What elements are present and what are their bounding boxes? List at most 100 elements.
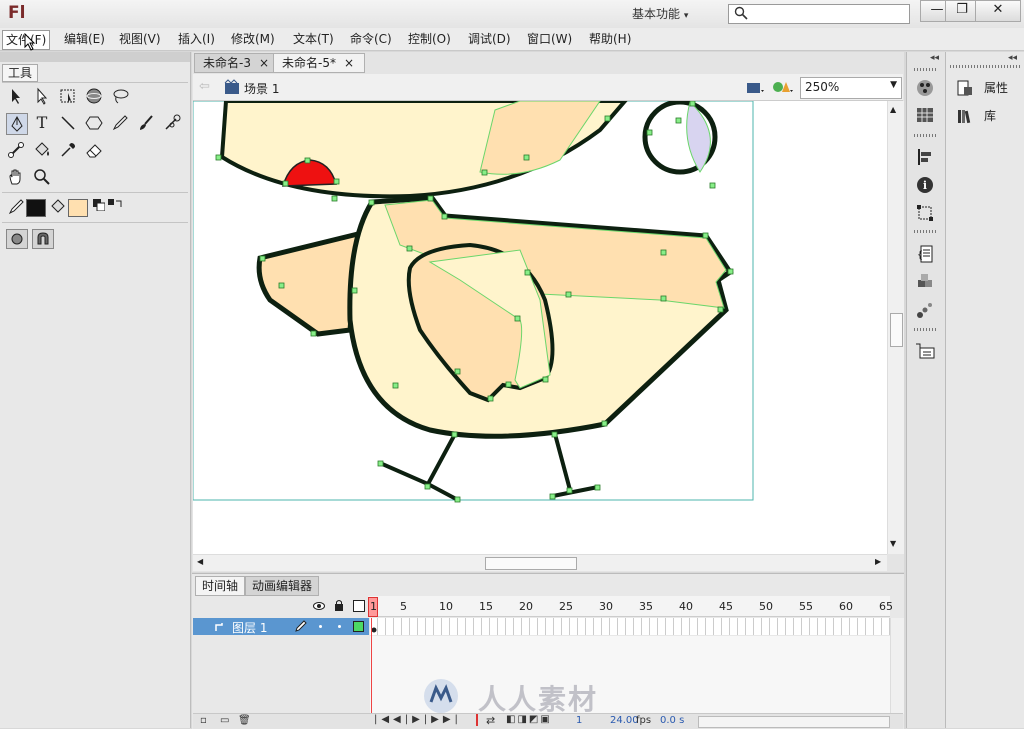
layer-name[interactable]: 图层 1 bbox=[232, 619, 267, 636]
timeline-horizontal-scrollbar[interactable] bbox=[698, 716, 890, 728]
restore-button[interactable]: ❐ bbox=[945, 0, 979, 22]
deco-tool-icon[interactable] bbox=[162, 113, 182, 133]
lasso-tool-icon[interactable] bbox=[110, 86, 130, 106]
3d-rotation-tool-icon[interactable] bbox=[84, 86, 104, 106]
timeline-vertical-scrollbar[interactable] bbox=[890, 618, 904, 714]
layer-outline-color[interactable] bbox=[353, 621, 364, 632]
tab-motion-editor[interactable]: 动画编辑器 bbox=[245, 576, 320, 596]
scroll-right-icon[interactable]: ▶ bbox=[875, 557, 881, 566]
menu-insert[interactable]: 插入(I) bbox=[175, 30, 218, 48]
stroke-color-swatch[interactable] bbox=[26, 199, 46, 217]
zoom-select[interactable]: 250% ▼ bbox=[800, 77, 902, 99]
close-tab-icon[interactable]: × bbox=[344, 54, 354, 72]
scroll-up-icon[interactable]: ▲ bbox=[890, 105, 896, 114]
edit-bar bbox=[193, 74, 903, 101]
subselection-tool-icon[interactable] bbox=[32, 86, 52, 106]
stage-vertical-scrollbar[interactable]: ▲ ▼ bbox=[887, 101, 904, 554]
new-folder-icon[interactable]: ▭ bbox=[220, 715, 229, 726]
divider bbox=[2, 222, 188, 223]
bone-tool-icon[interactable] bbox=[6, 140, 26, 160]
black-white-icon[interactable] bbox=[93, 199, 106, 212]
new-layer-icon[interactable]: ▫ bbox=[200, 715, 207, 726]
swap-colors-icon[interactable] bbox=[108, 199, 122, 211]
stage-horizontal-scrollbar[interactable]: ◀ ▶ bbox=[193, 554, 887, 571]
menu-modify[interactable]: 修改(M) bbox=[228, 30, 278, 48]
menu-view[interactable]: 视图(V) bbox=[116, 30, 164, 48]
transform-panel-icon[interactable] bbox=[914, 202, 936, 224]
motion-presets-icon[interactable] bbox=[914, 299, 936, 321]
library-icon[interactable] bbox=[956, 107, 974, 125]
menu-commands[interactable]: 命令(C) bbox=[347, 30, 395, 48]
collapse-panel-icon[interactable]: ◂◂ bbox=[930, 53, 939, 63]
close-button[interactable]: ✕ bbox=[975, 0, 1021, 22]
tab-timeline[interactable]: 时间轴 bbox=[195, 576, 246, 596]
object-drawing-icon[interactable] bbox=[6, 229, 28, 249]
edit-symbols-icon[interactable] bbox=[772, 78, 794, 96]
free-transform-tool-icon[interactable] bbox=[58, 86, 78, 106]
frame-tick-label: 30 bbox=[599, 600, 613, 613]
hand-tool-icon[interactable] bbox=[6, 167, 26, 187]
back-arrow-icon[interactable]: ⇦ bbox=[199, 80, 213, 94]
visibility-dot[interactable] bbox=[319, 625, 322, 628]
close-tab-icon[interactable]: × bbox=[259, 54, 269, 72]
menu-text[interactable]: 文本(T) bbox=[290, 30, 337, 48]
brush-tool-icon[interactable] bbox=[136, 113, 156, 133]
menu-help[interactable]: 帮助(H) bbox=[586, 30, 634, 48]
menu-window[interactable]: 窗口(W) bbox=[524, 30, 575, 48]
scrollbar-thumb[interactable] bbox=[485, 557, 577, 570]
project-panel-icon[interactable] bbox=[914, 340, 936, 362]
delete-layer-icon[interactable]: 🗑 bbox=[238, 715, 251, 726]
fill-color-swatch[interactable] bbox=[68, 199, 88, 217]
frame-tick-label: 25 bbox=[559, 600, 573, 613]
tools-panel-title[interactable]: 工具 bbox=[2, 64, 38, 82]
stage-canvas[interactable] bbox=[193, 101, 887, 554]
eraser-tool-icon[interactable] bbox=[84, 140, 104, 160]
app-logo: Fl bbox=[8, 3, 26, 23]
polygon-tool-icon[interactable] bbox=[84, 113, 104, 133]
menu-control[interactable]: 控制(O) bbox=[405, 30, 454, 48]
edit-scene-icon[interactable] bbox=[746, 78, 766, 96]
eye-icon[interactable] bbox=[313, 600, 325, 610]
fps-value[interactable]: 24.00 bbox=[610, 715, 639, 726]
workspace-switcher[interactable]: 基本功能 ▾ bbox=[632, 4, 712, 24]
scroll-down-icon[interactable]: ▼ bbox=[890, 539, 896, 548]
menu-debug[interactable]: 调试(D) bbox=[465, 30, 514, 48]
stroke-color-icon bbox=[6, 197, 26, 217]
elapsed-time: 0.0 s bbox=[660, 715, 685, 726]
panel-grip bbox=[914, 328, 936, 331]
paint-bucket-tool-icon[interactable] bbox=[32, 140, 52, 160]
panel-grip bbox=[914, 230, 936, 233]
collapse-panel-icon[interactable]: ◂◂ bbox=[1008, 53, 1017, 63]
layer-frames[interactable] bbox=[370, 618, 890, 635]
eyedropper-tool-icon[interactable] bbox=[58, 140, 78, 160]
library-label[interactable]: 库 bbox=[984, 104, 996, 128]
watermark-text: 人人素材 bbox=[478, 683, 599, 716]
help-search-input[interactable] bbox=[728, 4, 910, 24]
actions-panel-icon[interactable]: { bbox=[914, 243, 936, 265]
swatches-panel-icon[interactable] bbox=[914, 104, 936, 126]
scrollbar-thumb[interactable] bbox=[890, 313, 903, 347]
lock-dot[interactable] bbox=[338, 625, 341, 628]
color-panel-icon[interactable] bbox=[914, 77, 936, 99]
align-panel-icon[interactable] bbox=[914, 146, 936, 168]
lock-icon[interactable] bbox=[334, 599, 344, 611]
pencil-tool-icon[interactable] bbox=[110, 113, 130, 133]
properties-library-panel bbox=[946, 52, 1024, 728]
info-panel-icon[interactable]: i bbox=[914, 174, 936, 196]
svg-text:{: { bbox=[917, 250, 923, 261]
components-panel-icon[interactable] bbox=[914, 271, 936, 293]
doc-tab-untitled-5[interactable]: 未命名-5* × bbox=[273, 53, 365, 73]
menu-edit[interactable]: 编辑(E) bbox=[61, 30, 108, 48]
doc-tab-untitled-3[interactable]: 未命名-3 × bbox=[194, 53, 280, 73]
zoom-tool-icon[interactable] bbox=[32, 167, 52, 187]
pen-tool-icon[interactable] bbox=[6, 113, 28, 135]
properties-icon[interactable] bbox=[956, 79, 974, 97]
panel-grip bbox=[914, 134, 936, 137]
line-tool-icon[interactable] bbox=[58, 113, 78, 133]
selection-tool-icon[interactable] bbox=[6, 86, 26, 106]
outline-icon[interactable] bbox=[353, 600, 365, 612]
text-tool-icon[interactable]: T bbox=[32, 113, 52, 133]
scroll-left-icon[interactable]: ◀ bbox=[197, 557, 203, 566]
snap-to-objects-icon[interactable] bbox=[32, 229, 54, 249]
properties-label[interactable]: 属性 bbox=[984, 76, 1008, 100]
